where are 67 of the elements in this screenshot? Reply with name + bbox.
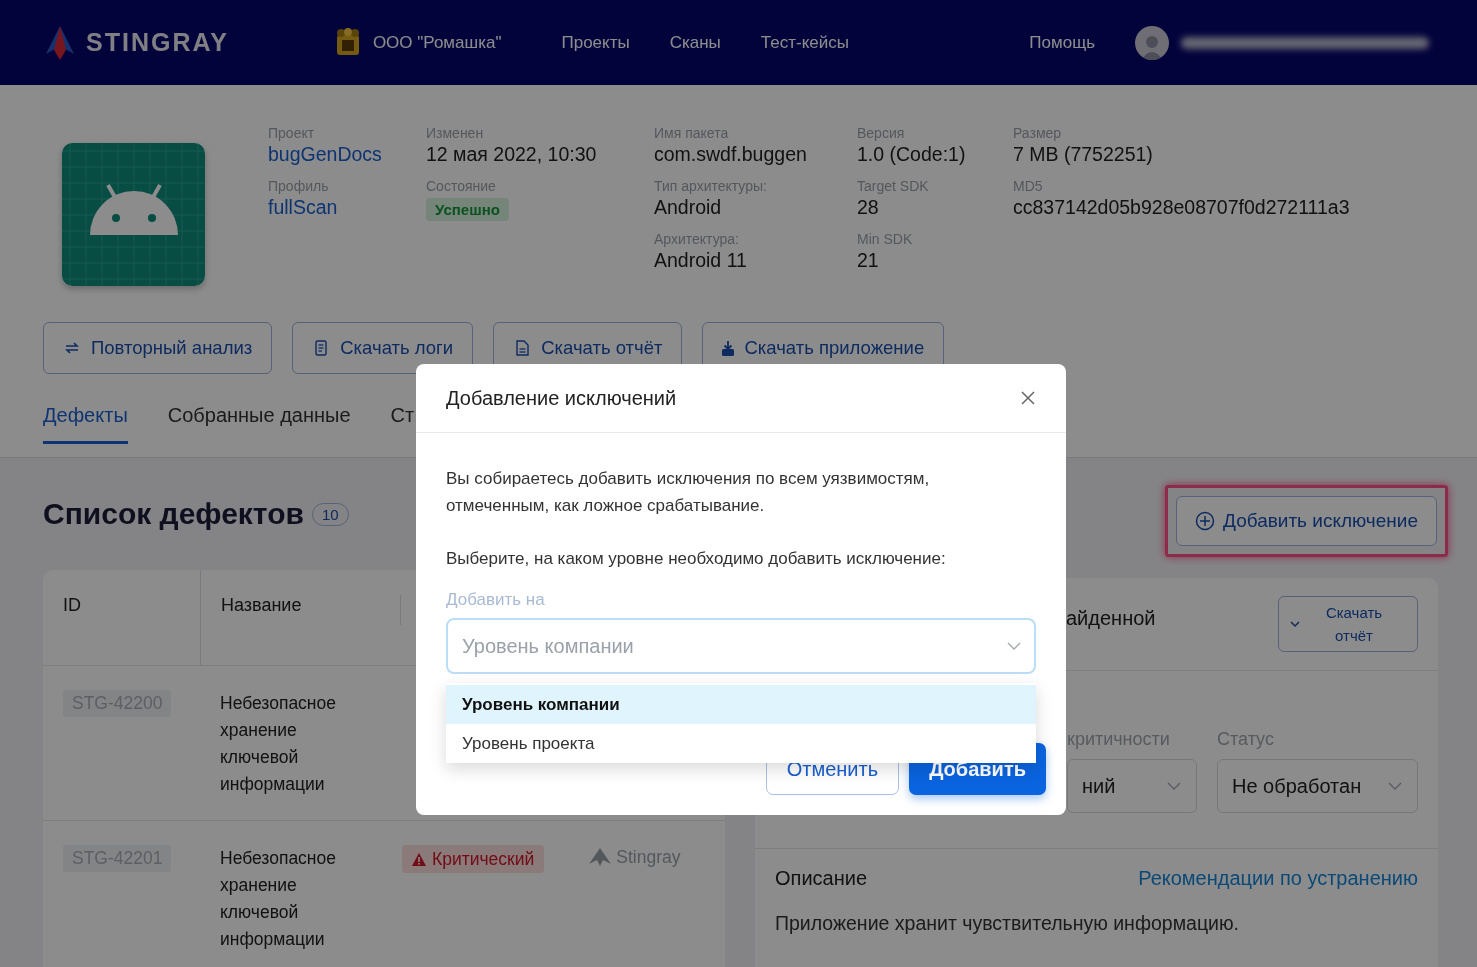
field-label: Имя пакета	[654, 125, 730, 141]
field-value: 1.0 (Code:1)	[857, 143, 967, 166]
stingray-logo-icon	[44, 25, 76, 60]
defect-name: Небезопасное хранение ключевой информации	[219, 692, 337, 796]
field-value: 12 мая 2022, 10:30	[426, 143, 598, 166]
field-label: Размер	[1013, 125, 1063, 141]
nav-link[interactable]: Сканы	[669, 32, 721, 53]
help-link[interactable]: Помощь	[1029, 32, 1095, 53]
project-link[interactable]: bugGenDocs	[268, 143, 426, 166]
field-label: Архитектура:	[654, 231, 740, 247]
dialog-title: Добавление исключений	[446, 386, 677, 410]
action-button[interactable]: Повторный анализ	[43, 322, 273, 374]
field-label: Состояние	[426, 178, 497, 194]
organization-name[interactable]: ООО "Ромашка"	[372, 32, 502, 53]
nav-link[interactable]: Проекты	[561, 32, 630, 53]
plus-circle-icon	[1195, 511, 1216, 531]
document-icon	[513, 339, 532, 357]
section-title: Список дефектов	[43, 497, 304, 531]
defect-name: Небезопасное хранение ключевой информации	[219, 847, 337, 951]
download-icon	[722, 340, 735, 356]
column-header: Название	[200, 570, 400, 665]
field-label: Проект	[268, 125, 316, 141]
android-app-icon	[62, 143, 205, 286]
field-label: MD5	[1013, 178, 1044, 194]
filter-select[interactable]: ний	[1067, 759, 1197, 813]
tab[interactable]: Собранные данные	[167, 404, 351, 444]
dropdown-option[interactable]: Уровень компании	[446, 685, 1036, 724]
project-link[interactable]: fullScan	[268, 196, 426, 219]
chevron-icon	[1289, 618, 1301, 630]
download-report-button[interactable]: Скачать отчёт	[1278, 596, 1418, 652]
avatar-icon[interactable]	[1135, 25, 1169, 60]
field-value: 21	[857, 249, 880, 272]
field-value: com.swdf.buggen	[654, 143, 808, 166]
tab[interactable]: Дефекты	[43, 404, 128, 444]
add-exception-button[interactable]: Добавить исключение	[1176, 496, 1437, 546]
status-badge: Успешно	[426, 198, 509, 221]
detail-heading: айденной	[1066, 607, 1156, 630]
close-icon	[1020, 390, 1036, 406]
description-title: Описание	[775, 867, 868, 890]
filter-select[interactable]: Не обработан	[1217, 759, 1418, 813]
field-label: Изменен	[426, 125, 485, 141]
field-label: Профиль	[268, 178, 330, 194]
logo-text: STINGRAY	[86, 28, 229, 57]
column-header: ID	[62, 594, 82, 617]
field-label: Версия	[857, 125, 906, 141]
source-label: Stingray	[589, 845, 681, 869]
field-label: Min SDK	[857, 231, 914, 247]
dialog-text: Выберите, на каком уровне необходимо добавить исключение:	[446, 548, 947, 570]
field-value: Android 11	[654, 249, 748, 272]
field-label: Target SDK	[857, 178, 930, 194]
field-value: 7 MB (7752251)	[1013, 143, 1154, 166]
field-label: Добавить на	[446, 590, 546, 610]
dialog-text: Вы собираетесь добавить исключения по всем уязвимостям, отмеченным, как ложное срабатывание.	[446, 468, 931, 517]
level-select[interactable]: Уровень компании	[446, 618, 1036, 674]
field-value: 28	[857, 196, 880, 219]
field-label: Тип архитектуры:	[654, 178, 768, 194]
description-text: Приложение хранит чувствительную информацию.	[775, 912, 1240, 935]
warning-icon	[412, 852, 426, 866]
recommendations-link[interactable]: Рекомендации по устранению	[1138, 867, 1418, 890]
field-value: Android	[654, 196, 723, 219]
stingray-icon	[589, 848, 612, 866]
field-value: cc837142d05b928e08707f0d272111a3	[1013, 196, 1351, 219]
tab[interactable]: Ст	[390, 404, 415, 444]
dropdown-option[interactable]: Уровень проекта	[446, 724, 1036, 763]
severity-tag: Критический	[402, 845, 545, 873]
action-button[interactable]: Скачать логи	[292, 322, 474, 374]
nav-link[interactable]: Тест-кейсы	[760, 32, 849, 53]
